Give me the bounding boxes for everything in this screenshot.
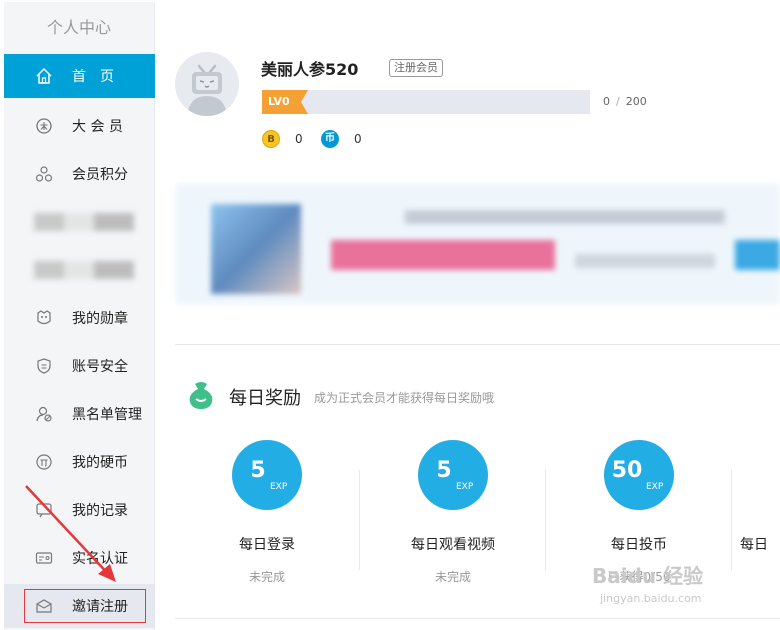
task-partial: 每日 [740,430,780,554]
sidebar-item-blurred[interactable] [4,248,155,292]
blurred-content [34,213,134,231]
b-coin-value: 0 [295,132,303,146]
divider [175,344,780,345]
shield-icon [34,356,54,376]
task-name: 每日 [740,537,768,553]
sidebar-item-records[interactable]: 我的记录 [4,488,155,532]
sidebar-item-security[interactable]: 账号安全 [4,344,155,388]
exp-total: 200 [625,95,647,108]
sidebar-item-label: 黑名单管理 [72,407,142,423]
sidebar-item-label: 邀请注册 [72,599,128,615]
sidebar-item-realname[interactable]: 实名认证 [4,536,155,580]
avatar[interactable] [175,52,239,116]
invite-icon [34,596,54,616]
exp-circle: 5 EXP [232,440,302,510]
exp-readout: 0 / 200 [603,95,647,108]
record-icon [34,500,54,520]
sidebar-item-vip[interactable]: 大 会 员 [4,104,155,148]
blacklist-icon [34,404,54,424]
vip-icon [34,116,54,136]
divider [175,618,780,619]
sidebar-item-label: 大 会 员 [72,119,123,135]
exp-value: 50 [611,458,643,483]
b-coin-icon: B [262,130,280,148]
watermark-brand: Baidu 经验 [592,564,704,588]
home-icon [34,66,54,86]
level-progress-bar: LV0 [262,90,590,114]
sidebar-item-blurred[interactable] [4,200,155,244]
id-card-icon [34,548,54,568]
exp-circle: 5 EXP [418,440,488,510]
sidebar-item-label: 我的勋章 [72,311,128,327]
main-content: 美丽人参520 注册会员 LV0 0 / 200 B 0 币 0 每日奖励 成为正式… [155,0,780,630]
tv-mascot-icon [187,64,227,116]
sidebar-item-label: 实名认证 [72,551,128,567]
medal-icon [34,308,54,328]
exp-current: 0 [603,95,610,108]
task-name: 每日投币 [611,537,667,553]
exp-unit: EXP [270,482,288,492]
watermark-url: jingyan.baidu.com [600,592,702,605]
coin-icon: 币 [321,130,339,148]
sidebar-item-label: 我的记录 [72,503,128,519]
sidebar-item-invite[interactable]: 邀请注册 [4,584,155,628]
exp-separator: / [616,95,620,108]
points-icon [34,164,54,184]
daily-reward-subtitle: 成为正式会员才能获得每日奖励哦 [314,391,495,405]
username: 美丽人参520 [261,60,359,79]
sidebar-item-label: 我的硬币 [72,455,128,471]
task-watch-video: 5 EXP 每日观看视频 未完成 [373,430,533,585]
task-name: 每日观看视频 [411,537,495,553]
sidebar-item-label: 会员积分 [72,167,128,183]
task-status: 未完成 [434,570,471,584]
sidebar-item-coins[interactable]: 我的硬币 [4,440,155,484]
promo-banner[interactable] [175,184,780,304]
divider [545,470,546,570]
blurred-content [34,261,134,279]
divider [731,470,732,570]
sidebar-item-home[interactable]: 首 页 [4,54,155,98]
exp-value: 5 [436,458,452,483]
sidebar: 个人中心 首 页 大 会 员 会员积分 我的勋章 账号安全 黑名单管理 我的硬币… [4,2,155,630]
daily-reward-title: 每日奖励 [229,388,301,409]
level-badge: LV0 [262,90,308,114]
coin-value: 0 [354,132,362,146]
sidebar-item-points[interactable]: 会员积分 [4,152,155,196]
divider [359,470,360,570]
sidebar-item-medal[interactable]: 我的勋章 [4,296,155,340]
task-name: 每日登录 [239,537,295,553]
sidebar-title: 个人中心 [46,18,111,37]
exp-unit: EXP [456,482,474,492]
sidebar-item-label: 账号安全 [72,359,128,375]
member-tag: 注册会员 [389,59,443,77]
exp-value: 5 [250,458,266,483]
money-bag-icon [185,380,217,414]
exp-unit: EXP [646,482,664,492]
task-status: 未完成 [248,570,285,584]
task-login: 5 EXP 每日登录 未完成 [187,430,347,585]
sidebar-item-blacklist[interactable]: 黑名单管理 [4,392,155,436]
sidebar-item-label: 首 页 [72,69,114,85]
exp-circle: 50 EXP [604,440,674,510]
coin-icon [34,452,54,472]
